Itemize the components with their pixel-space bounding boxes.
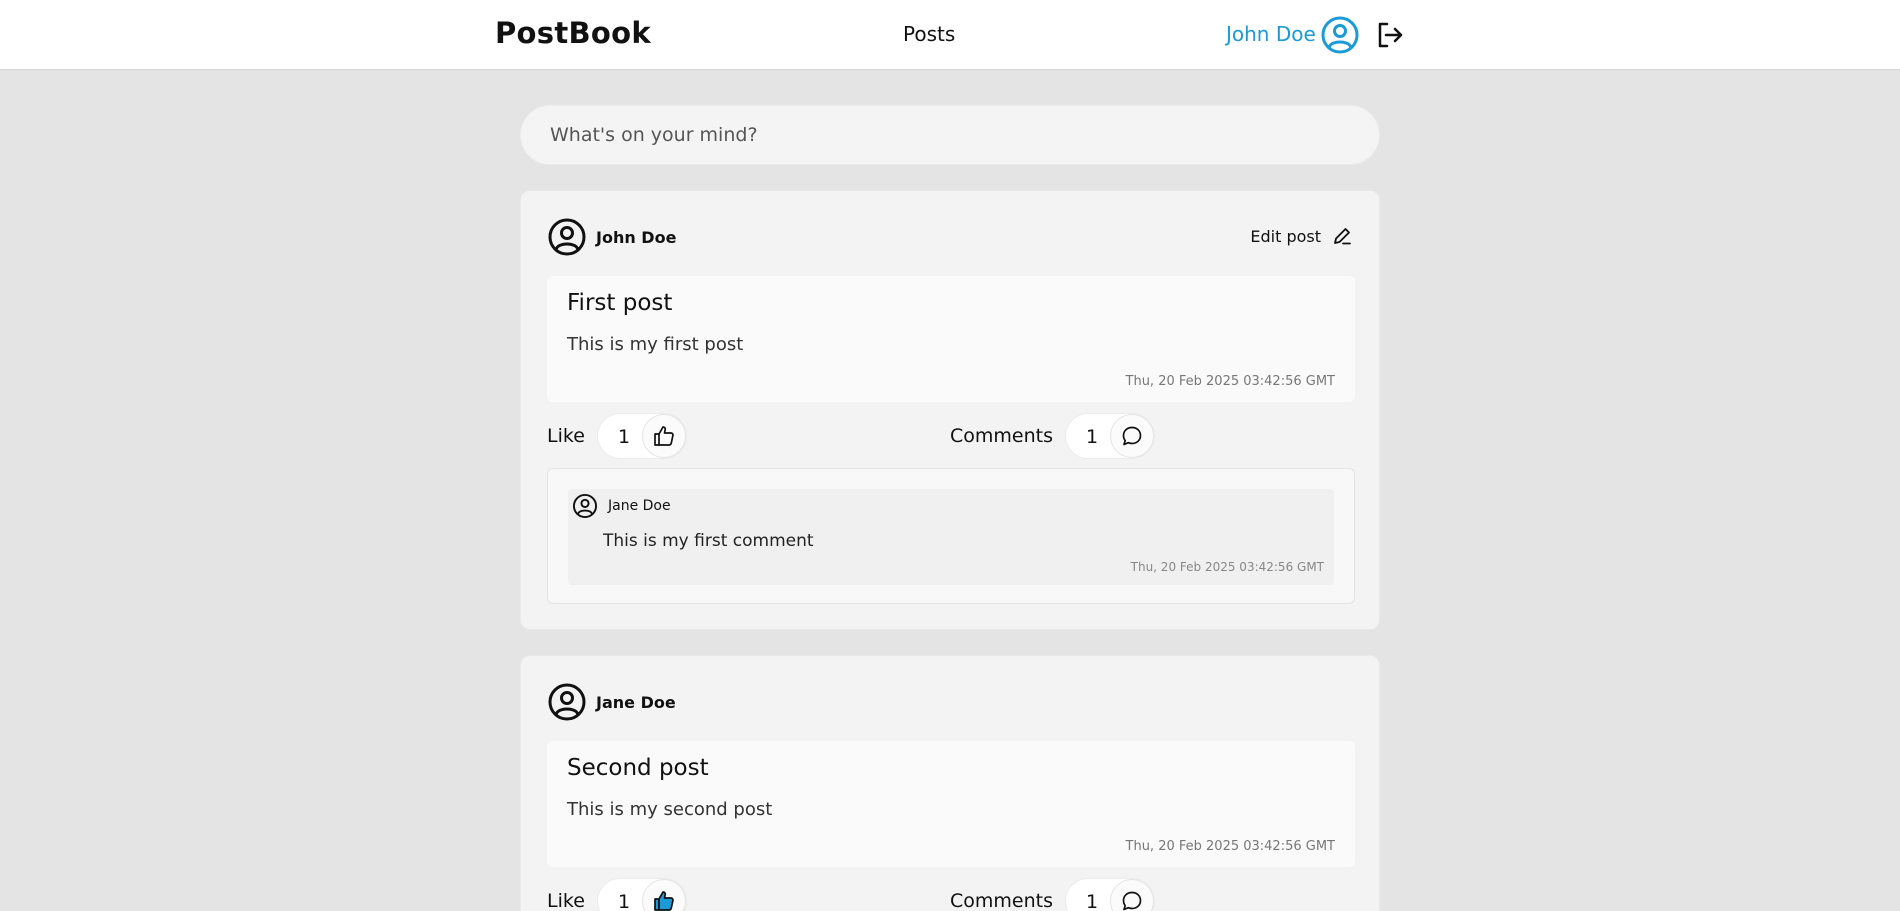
like-counter: 1 (597, 413, 687, 459)
comments-button[interactable] (1110, 414, 1154, 458)
post-card: Jane Doe Second post This is my second p… (520, 655, 1380, 911)
comment-timestamp: Thu, 20 Feb 2025 03:42:56 GMT (1130, 560, 1324, 574)
new-post-input[interactable] (520, 105, 1380, 165)
brand-logo[interactable]: PostBook (495, 16, 651, 50)
comment-text: This is my first comment (603, 531, 814, 551)
thumbs-up-icon (654, 426, 674, 446)
like-count: 1 (618, 891, 631, 911)
current-user-name[interactable]: John Doe (1226, 22, 1316, 46)
user-circle-icon (572, 493, 598, 519)
comments-label: Comments (950, 890, 1053, 911)
like-label: Like (547, 890, 585, 911)
comments-count: 1 (1086, 426, 1099, 448)
user-circle-icon (548, 218, 586, 256)
like-button[interactable] (642, 879, 686, 911)
post-author-name: Jane Doe (596, 692, 676, 712)
post-actions: Like 1 Comments 1 (547, 413, 1355, 459)
pencil-icon (1334, 228, 1351, 245)
post-author-name: John Doe (596, 227, 677, 247)
post-text: This is my second post (567, 799, 773, 820)
post-content: First post This is my first post Thu, 20… (547, 276, 1355, 402)
logout-icon[interactable] (1375, 20, 1405, 50)
comments-section: Jane Doe This is my first comment Thu, 2… (547, 468, 1355, 604)
post-timestamp: Thu, 20 Feb 2025 03:42:56 GMT (1125, 374, 1335, 389)
edit-post-button[interactable]: Edit post (1250, 225, 1353, 247)
post-actions: Like 1 Comments 1 (547, 878, 1355, 911)
top-navbar: PostBook Posts John Doe (0, 0, 1900, 70)
post-author: Jane Doe (547, 682, 676, 722)
comment-item: Jane Doe This is my first comment Thu, 2… (568, 489, 1334, 585)
user-avatar-icon[interactable] (1320, 15, 1360, 55)
comment-author-name: Jane Doe (608, 498, 671, 514)
like-label: Like (547, 425, 585, 447)
edit-post-label: Edit post (1250, 226, 1321, 246)
like-counter: 1 (597, 878, 687, 911)
comment-bubble-icon (1122, 891, 1142, 911)
post-text: This is my first post (567, 334, 744, 355)
post-content: Second post This is my second post Thu, … (547, 741, 1355, 867)
post-title: First post (567, 290, 673, 316)
comments-count: 1 (1086, 891, 1099, 911)
thumbs-up-filled-icon (654, 891, 674, 911)
comments-label: Comments (950, 425, 1053, 447)
user-circle-icon (548, 683, 586, 721)
post-title: Second post (567, 755, 709, 781)
comments-counter: 1 (1065, 878, 1155, 911)
comments-button[interactable] (1110, 879, 1154, 911)
comment-bubble-icon (1122, 426, 1142, 446)
like-count: 1 (618, 426, 631, 448)
comment-author: Jane Doe (572, 493, 671, 519)
post-card: John Doe Edit post First post This is my… (520, 190, 1380, 630)
post-author: John Doe (547, 217, 676, 257)
post-timestamp: Thu, 20 Feb 2025 03:42:56 GMT (1125, 839, 1335, 854)
like-button[interactable] (642, 414, 686, 458)
nav-posts-link[interactable]: Posts (903, 22, 955, 46)
comments-counter: 1 (1065, 413, 1155, 459)
